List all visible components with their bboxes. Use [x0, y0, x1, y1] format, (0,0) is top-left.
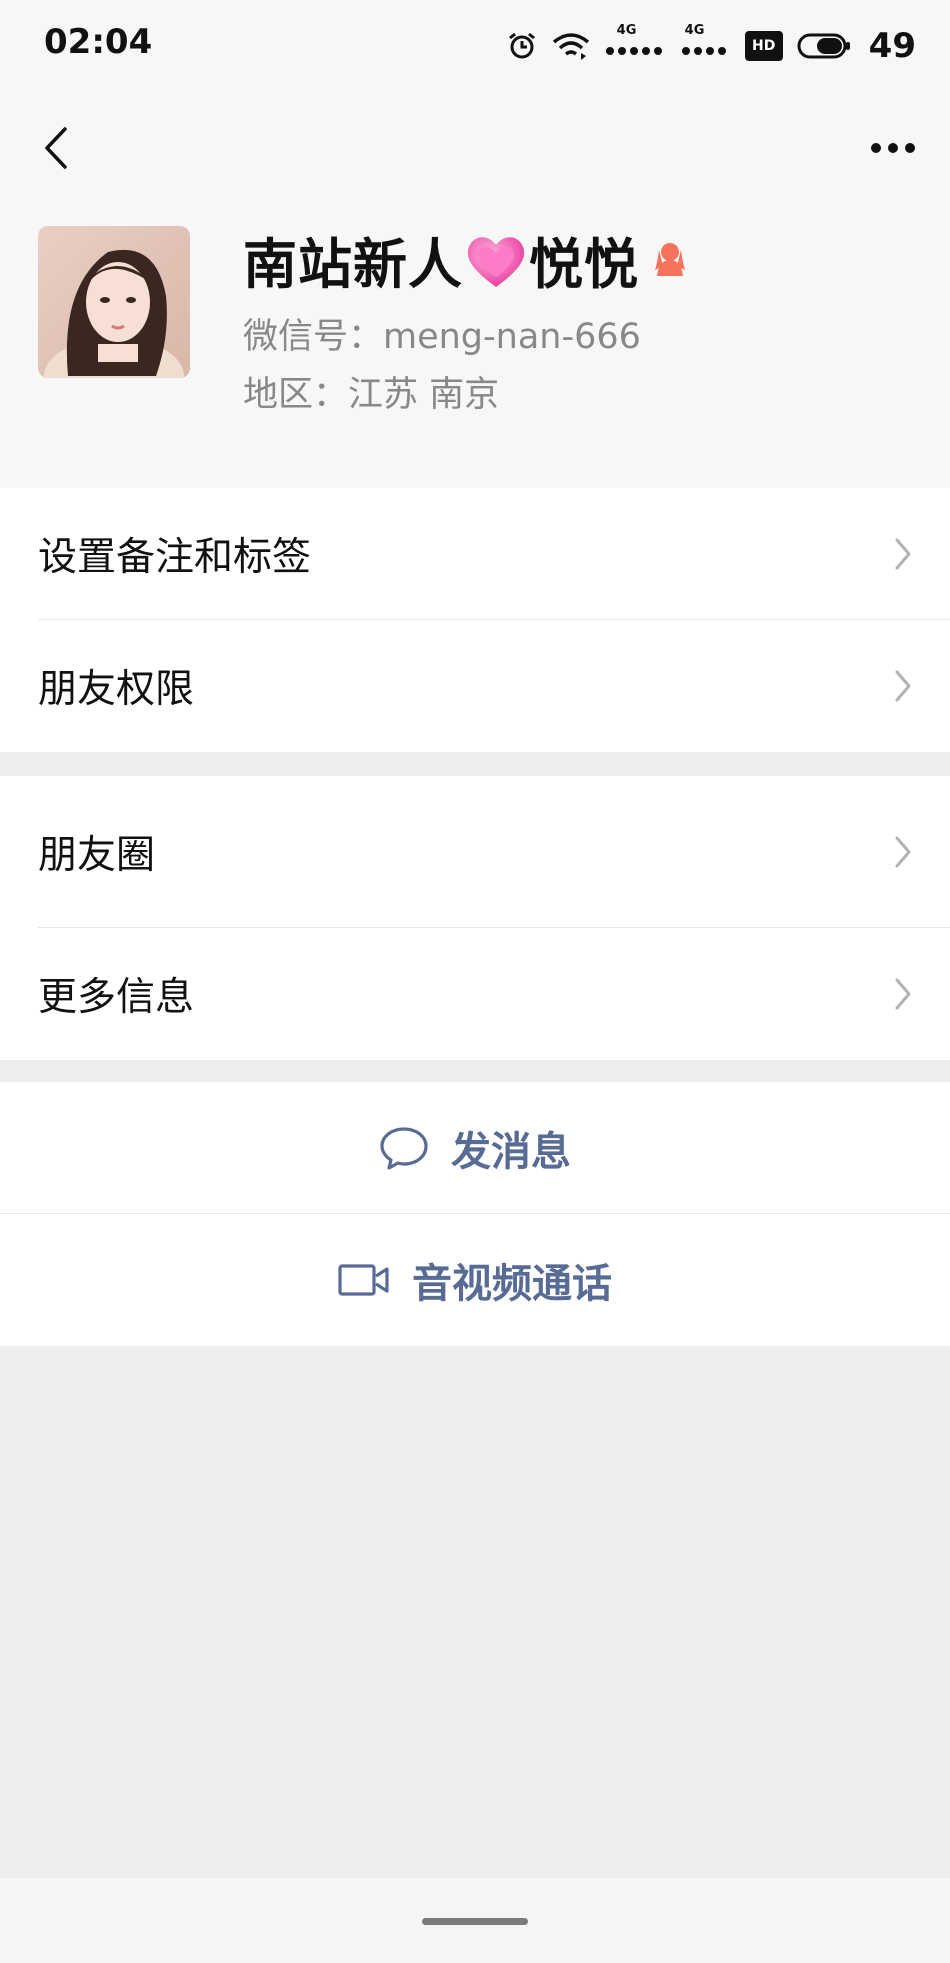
- hd-label: HD: [752, 38, 776, 54]
- nav-bar: [0, 96, 950, 216]
- profile-name: 南站新人 悦悦: [243, 220, 639, 303]
- status-time: 02:04: [44, 22, 153, 62]
- battery-icon: [797, 32, 851, 60]
- set-remark-tags-item[interactable]: 设置备注和标签: [0, 488, 950, 620]
- status-bar: 02:04 4G 4G HD 49: [0, 0, 950, 96]
- send-message-button[interactable]: 发消息: [0, 1082, 950, 1214]
- video-camera-icon: [338, 1264, 389, 1296]
- more-button[interactable]: [858, 108, 928, 188]
- chevron-right-icon: [895, 670, 911, 702]
- more-info-item[interactable]: 更多信息: [0, 928, 950, 1060]
- cell-label: 更多信息: [38, 975, 195, 1020]
- female-icon: [651, 240, 689, 282]
- cell-label: 朋友圈: [38, 833, 156, 878]
- heart-icon: [465, 233, 527, 302]
- send-message-label: 发消息: [451, 1129, 571, 1175]
- wifi-icon: [551, 31, 591, 61]
- region: 地区：江苏 南京: [243, 375, 500, 415]
- cell-label: 朋友权限: [38, 667, 195, 712]
- battery-level: 49: [868, 26, 916, 66]
- profile-name-part2: 悦悦: [529, 232, 639, 296]
- profile-name-part1: 南站新人: [243, 232, 463, 296]
- network-type-label: 4G: [616, 23, 637, 38]
- profile-name-row: 南站新人 悦悦: [243, 226, 689, 296]
- hd-icon: HD: [744, 31, 783, 61]
- friend-permissions-item[interactable]: 朋友权限: [0, 620, 950, 752]
- profile-header: 南站新人 悦悦 微信号：meng-nan-666 地区：江苏 南京: [0, 216, 950, 489]
- back-button[interactable]: [26, 108, 86, 188]
- video-call-label: 音视频通话: [412, 1261, 612, 1307]
- signal-icon-2: 4G: [681, 23, 731, 61]
- chevron-right-icon: [895, 836, 911, 868]
- signal-icon-1: 4G: [605, 23, 667, 61]
- more-dots-icon: [871, 143, 915, 153]
- alarm-icon: [507, 31, 537, 61]
- settings-group: 设置备注和标签 朋友权限: [0, 488, 950, 752]
- actions-group: 发消息 音视频通话: [0, 1082, 950, 1346]
- avatar[interactable]: [38, 226, 190, 378]
- chevron-left-icon: [45, 127, 67, 169]
- cell-label: 设置备注和标签: [38, 535, 312, 580]
- status-icons: 4G 4G HD 49: [507, 23, 916, 68]
- wechat-id: 微信号：meng-nan-666: [243, 317, 641, 357]
- home-indicator-area: [0, 1878, 950, 1963]
- moments-item[interactable]: 朋友圈: [0, 776, 950, 928]
- chat-bubble-icon: [380, 1127, 428, 1170]
- video-call-button[interactable]: 音视频通话: [0, 1214, 950, 1346]
- home-indicator[interactable]: [422, 1918, 528, 1925]
- chevron-right-icon: [895, 538, 911, 570]
- network-type-label: 4G: [684, 23, 705, 38]
- info-group: 朋友圈 更多信息: [0, 776, 950, 1060]
- chevron-right-icon: [895, 978, 911, 1010]
